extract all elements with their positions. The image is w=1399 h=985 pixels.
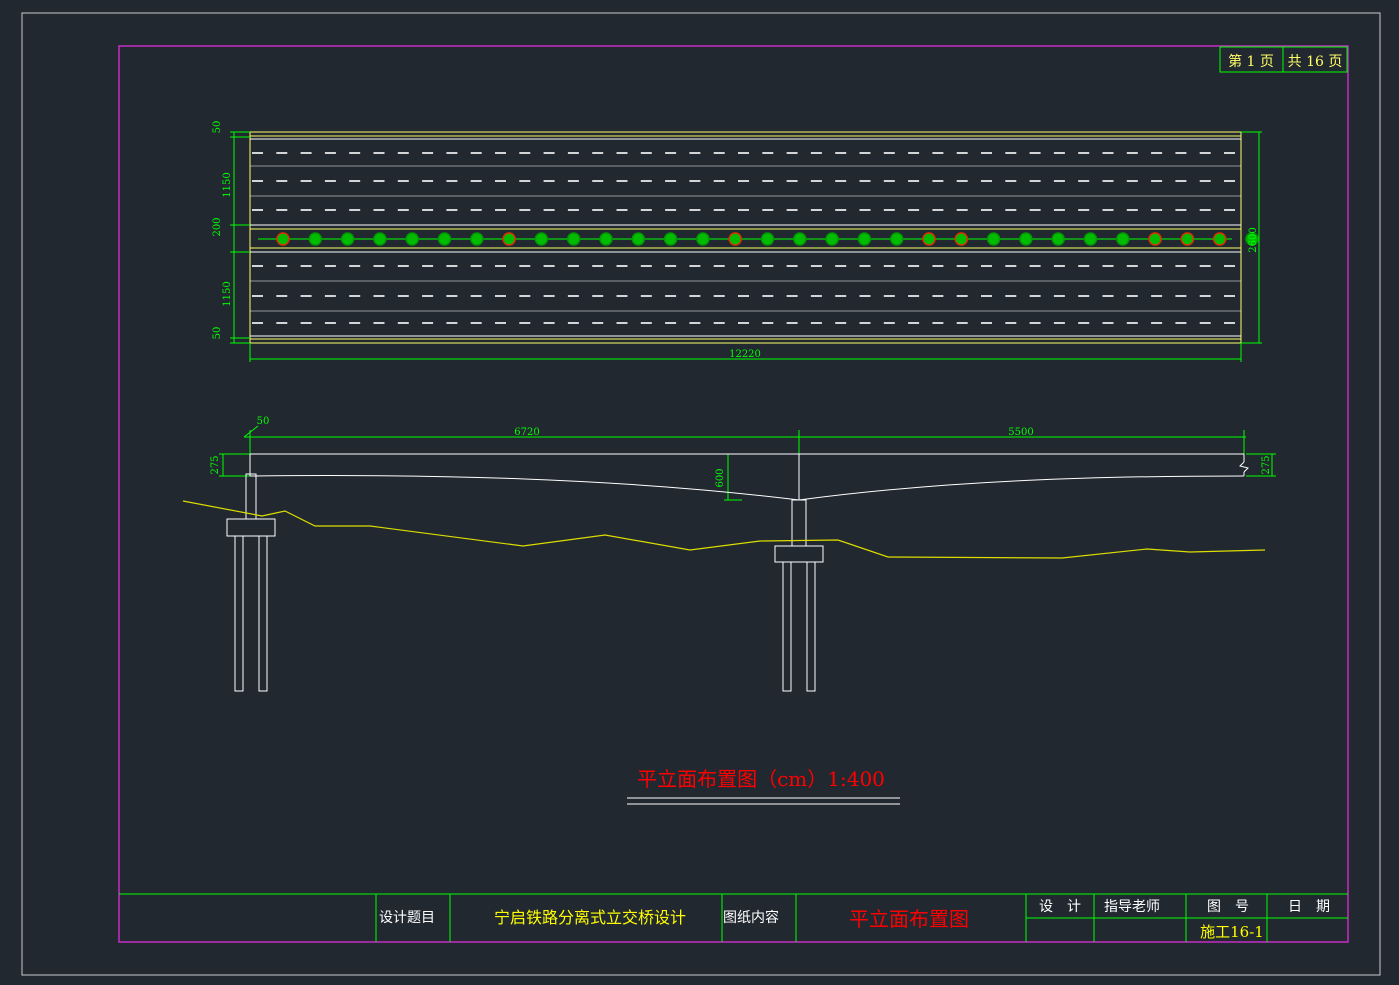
elev-dim-haunch: 600 — [715, 468, 726, 487]
drawing-content-label: 图纸内容 — [723, 909, 779, 926]
plan-dim-left-3: 200 — [212, 217, 223, 236]
median-tree — [760, 232, 775, 246]
median-tree — [1083, 232, 1098, 246]
median-tree — [340, 232, 355, 246]
elev-dim-height-right: 275 — [1261, 455, 1272, 474]
plan-view: 50 1150 200 1150 50 2600 12220 — [212, 121, 1262, 362]
design-topic-label: 设计题目 — [379, 910, 435, 926]
drawing-title: 平立面布置图（cm）1:400 — [637, 767, 885, 791]
ground-line — [182, 500, 1266, 559]
median-tree — [1180, 232, 1195, 246]
advisor-label: 指导老师 — [1104, 899, 1160, 915]
median-tree — [631, 232, 646, 246]
median-tree — [1212, 232, 1227, 246]
page-box: 第 1 页 共 16 页 — [1219, 46, 1348, 73]
median-tree — [534, 232, 549, 246]
median-tree — [470, 232, 484, 246]
plan-dim-left-2: 1150 — [222, 172, 233, 197]
median-tree — [922, 232, 936, 246]
drawing-no-label: 图 号 — [1207, 899, 1249, 915]
median-tree — [889, 232, 904, 246]
median-tree — [954, 232, 969, 246]
median-tree — [857, 232, 872, 246]
plan-dim-bottom: 12220 — [729, 349, 761, 360]
page-total: 共 16 页 — [1288, 54, 1343, 70]
outer-frame — [21, 12, 1381, 976]
box-girder — [249, 453, 1249, 501]
median-tree — [276, 232, 290, 246]
median-tree — [405, 232, 419, 246]
plan-dim-left-5: 50 — [212, 327, 223, 340]
drawing-content-value: 平立面布置图 — [849, 907, 969, 931]
page-number: 第 1 页 — [1228, 53, 1274, 70]
median-tree — [1116, 232, 1130, 246]
elevation-view: 50 6720 5500 275 275 600 — [182, 416, 1276, 692]
median-tree — [696, 232, 710, 246]
median-tree — [566, 232, 581, 246]
median-tree — [1019, 232, 1033, 246]
median-tree — [1148, 232, 1162, 246]
median-tree — [986, 232, 1001, 246]
median-tree — [1051, 232, 1065, 246]
elev-dim-top-small: 50 — [257, 416, 270, 427]
left-pier — [226, 473, 276, 692]
plan-dim-right: 2600 — [1248, 227, 1259, 252]
elev-dim-span-right: 5500 — [1008, 427, 1033, 438]
drawing-no-value: 施工16-1 — [1200, 923, 1264, 941]
plan-dim-left-1: 50 — [212, 121, 223, 134]
design-topic-value: 宁启铁路分离式立交桥设计 — [494, 908, 686, 927]
median-tree — [373, 232, 387, 246]
date-label: 日 期 — [1288, 899, 1330, 915]
median-tree — [502, 232, 516, 246]
plan-dim-left-4: 1150 — [222, 281, 233, 306]
median-tree — [825, 232, 839, 246]
median-tree — [308, 232, 323, 246]
median-tree — [599, 232, 613, 246]
median-tree — [437, 232, 452, 246]
elev-dim-span-left: 6720 — [514, 427, 539, 438]
median-tree — [663, 232, 678, 246]
middle-pier — [774, 499, 824, 692]
median-tree — [793, 232, 807, 246]
designer-label: 设 计 — [1039, 899, 1081, 915]
elev-dim-height-left: 275 — [210, 455, 221, 474]
median-tree — [728, 232, 742, 246]
